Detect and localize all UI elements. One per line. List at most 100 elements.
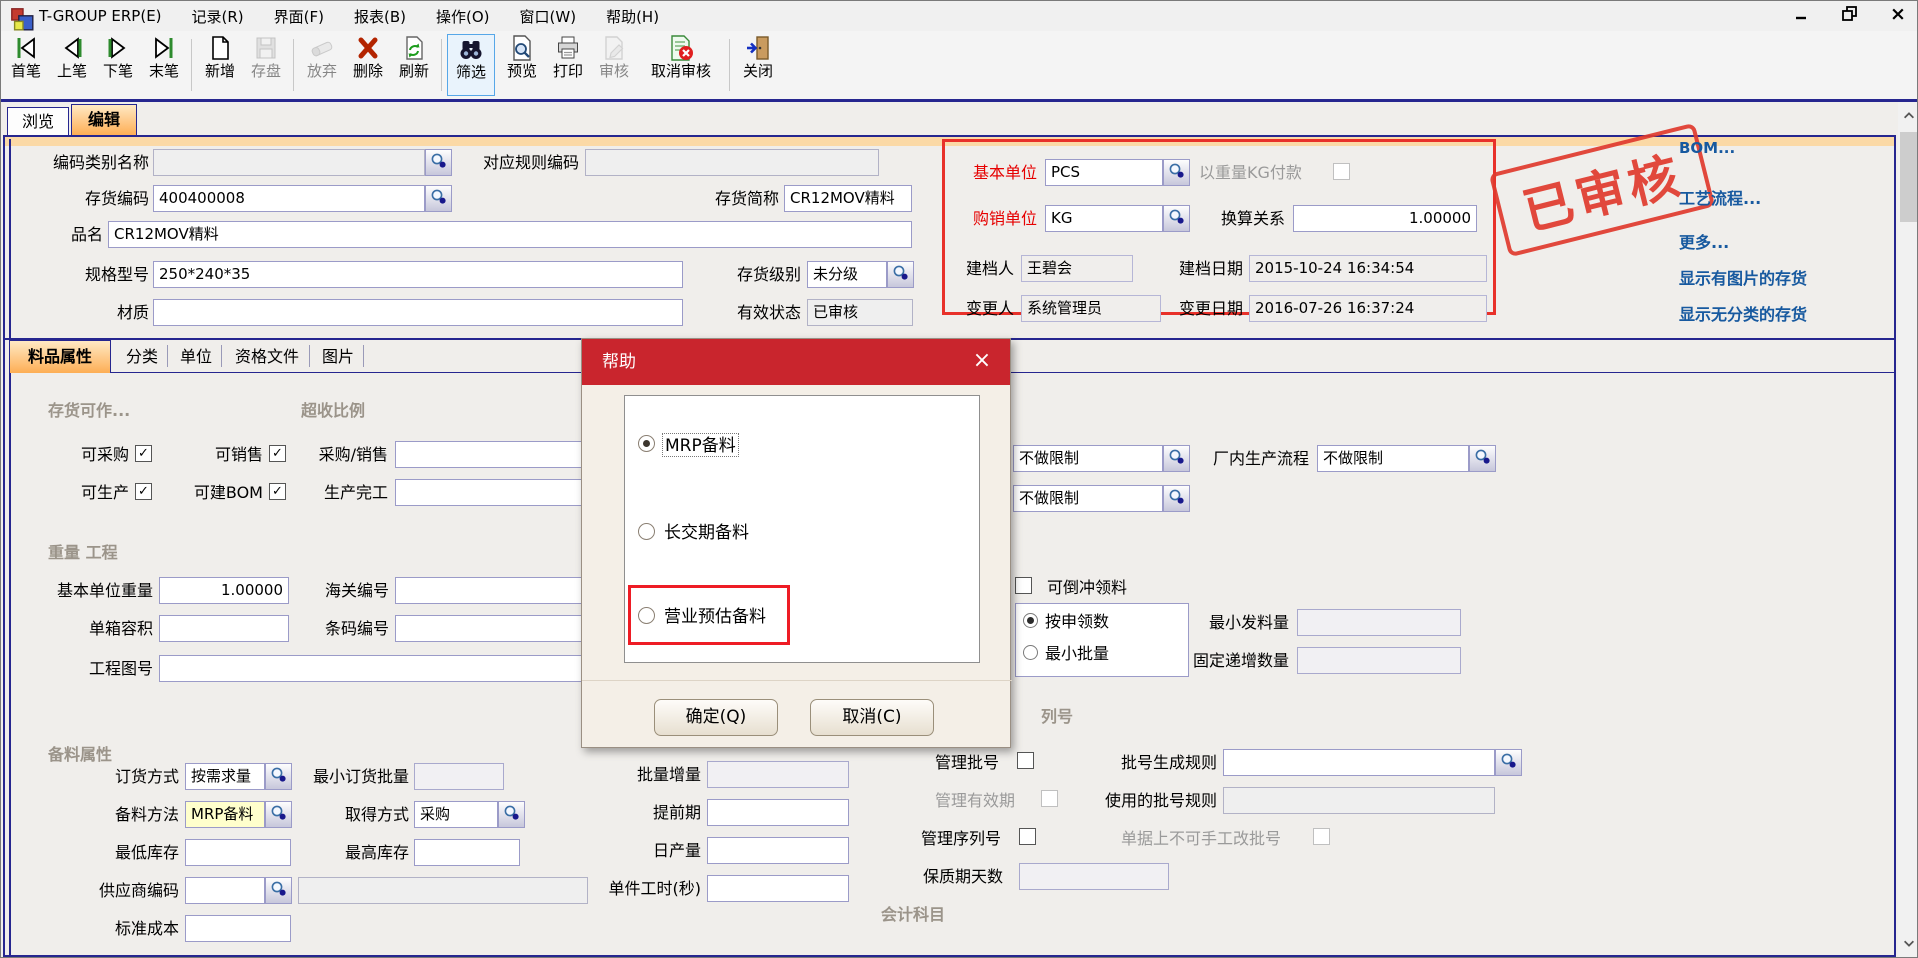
product-name-input[interactable]: CR12MOV精料 — [108, 221, 912, 248]
menu-interface[interactable]: 界面(F) — [274, 6, 324, 27]
link-show-with-image[interactable]: 显示有图片的存货 — [1679, 265, 1807, 289]
prod-finish-ratio-input[interactable] — [395, 479, 583, 506]
order-mode-lookup-button[interactable] — [265, 763, 292, 790]
spare-method-lookup-button[interactable] — [265, 801, 292, 828]
link-bom[interactable]: BOM... — [1679, 139, 1735, 157]
subtab-image[interactable]: 图片 — [315, 343, 361, 370]
scrollbar-thumb[interactable] — [1900, 132, 1917, 222]
min-stock-input[interactable] — [185, 839, 291, 866]
inv-code-input[interactable]: 400400008 — [153, 185, 425, 212]
menu-operate[interactable]: 操作(O) — [436, 6, 490, 27]
max-stock-input[interactable] — [414, 839, 520, 866]
inv-code-lookup-button[interactable] — [425, 185, 452, 212]
limit2-input[interactable]: 不做限制 — [1013, 485, 1163, 512]
std-cost-input[interactable] — [185, 915, 291, 942]
dialog-close-icon[interactable]: × — [968, 347, 996, 375]
base-unit-input[interactable]: PCS — [1045, 159, 1163, 186]
menu-record[interactable]: 记录(R) — [192, 6, 244, 27]
lead-time-input[interactable] — [707, 799, 849, 826]
daily-output-input[interactable] — [707, 837, 849, 864]
tab-browse[interactable]: 浏览 — [7, 107, 69, 135]
dialog-radio-longlead[interactable] — [638, 523, 655, 540]
customs-input[interactable] — [395, 577, 583, 604]
toolbar-exit[interactable]: 关闭 — [735, 34, 781, 96]
tab-edit[interactable]: 编辑 — [71, 104, 137, 135]
trade-unit-lookup-button[interactable] — [1163, 205, 1190, 232]
inv-level-lookup-button[interactable] — [887, 261, 914, 288]
toolbar-delete[interactable]: 删除 — [345, 34, 391, 96]
conversion-input[interactable]: 1.00000 — [1293, 205, 1477, 232]
barcode-input[interactable] — [395, 615, 583, 642]
can-produce-checkbox[interactable]: ✓ — [135, 483, 152, 500]
code-class-input[interactable] — [153, 149, 425, 176]
subtab-item-props[interactable]: 料品属性 — [9, 340, 111, 373]
close-icon[interactable]: × — [1887, 3, 1909, 25]
supplier-lookup-button[interactable] — [265, 877, 292, 904]
acquire-lookup-button[interactable] — [498, 801, 525, 828]
batch-rule-input[interactable] — [1223, 749, 1495, 776]
link-more[interactable]: 更多... — [1679, 229, 1729, 253]
toolbar-refresh[interactable]: 刷新 — [391, 34, 437, 96]
toolbar-next-record[interactable]: 下笔 — [95, 34, 141, 96]
inv-short-input[interactable]: CR12MOV精料 — [784, 185, 912, 212]
toolbar-first-record[interactable]: 首笔 — [3, 34, 49, 96]
spec-input[interactable]: 250*240*35 — [153, 261, 683, 288]
menu-app[interactable]: T-GROUP ERP(E) — [39, 7, 162, 25]
limit1-input[interactable]: 不做限制 — [1013, 445, 1163, 472]
chevron-down-icon[interactable] — [1898, 929, 1918, 957]
dialog-ok-button[interactable]: 确定(Q) — [654, 699, 778, 736]
link-process-flow[interactable]: 工艺流程... — [1679, 185, 1761, 209]
purchase-sale-ratio-input[interactable] — [395, 441, 583, 468]
spare-method-input[interactable]: MRP备料 — [185, 801, 265, 828]
rule-code-input[interactable] — [585, 149, 879, 176]
dialog-option-mrp[interactable]: MRP备料 — [662, 433, 739, 457]
can-bom-checkbox[interactable]: ✓ — [269, 483, 286, 500]
minimize-icon[interactable] — [1791, 3, 1813, 25]
subtab-unit[interactable]: 单位 — [173, 343, 219, 370]
toolbar-cancel-audit[interactable]: 取消审核 — [637, 34, 725, 96]
can-purchase-checkbox[interactable]: ✓ — [135, 445, 152, 462]
toolbar-preview[interactable]: 预览 — [499, 34, 545, 96]
subtab-qualification[interactable]: 资格文件 — [227, 343, 307, 370]
drawing-input[interactable] — [159, 655, 583, 682]
toolbar-last-record[interactable]: 末笔 — [141, 34, 187, 96]
factory-flow-lookup-button[interactable] — [1469, 445, 1496, 472]
material-input[interactable] — [153, 299, 683, 326]
box-volume-input[interactable] — [159, 615, 289, 642]
toolbar-print[interactable]: 打印 — [545, 34, 591, 96]
chevron-up-icon[interactable] — [1898, 102, 1918, 130]
batch-rule-lookup-button[interactable] — [1495, 749, 1522, 776]
dialog-radio-mrp[interactable] — [638, 435, 655, 452]
link-show-unclassified[interactable]: 显示无分类的存货 — [1679, 301, 1807, 325]
inv-level-input[interactable]: 未分级 — [807, 261, 887, 288]
min-batch-radio[interactable] — [1023, 645, 1038, 660]
menu-report[interactable]: 报表(B) — [354, 6, 406, 27]
vertical-scrollbar[interactable] — [1898, 102, 1918, 957]
toolbar-new[interactable]: 新增 — [197, 34, 243, 96]
supplier-input[interactable] — [185, 877, 265, 904]
restore-icon[interactable] — [1839, 3, 1861, 25]
menu-help[interactable]: 帮助(H) — [606, 6, 659, 27]
toolbar-filter[interactable]: 筛选 — [447, 34, 495, 96]
acquire-input[interactable]: 采购 — [414, 801, 498, 828]
issue-by-request-radio[interactable] — [1023, 613, 1038, 628]
factory-flow-input[interactable]: 不做限制 — [1317, 445, 1469, 472]
dialog-option-longlead[interactable]: 长交期备料 — [664, 521, 749, 545]
issue-by-request-label: 按申领数 — [1045, 608, 1145, 635]
code-class-lookup-button[interactable] — [425, 149, 452, 176]
backflush-checkbox[interactable] — [1015, 577, 1032, 594]
unit-time-input[interactable] — [707, 875, 849, 902]
base-unit-lookup-button[interactable] — [1163, 159, 1190, 186]
limit2-lookup-button[interactable] — [1163, 485, 1190, 512]
base-weight-input[interactable]: 1.00000 — [159, 577, 289, 604]
menu-window[interactable]: 窗口(W) — [520, 6, 577, 27]
toolbar-prev-record[interactable]: 上笔 — [49, 34, 95, 96]
manage-serial-checkbox[interactable] — [1019, 828, 1036, 845]
trade-unit-input[interactable]: KG — [1045, 205, 1163, 232]
manage-batch-checkbox[interactable] — [1017, 752, 1034, 769]
can-sell-checkbox[interactable]: ✓ — [269, 445, 286, 462]
dialog-cancel-button[interactable]: 取消(C) — [810, 699, 934, 736]
order-mode-input[interactable]: 按需求量 — [185, 763, 265, 790]
limit1-lookup-button[interactable] — [1163, 445, 1190, 472]
subtab-category[interactable]: 分类 — [119, 343, 165, 370]
